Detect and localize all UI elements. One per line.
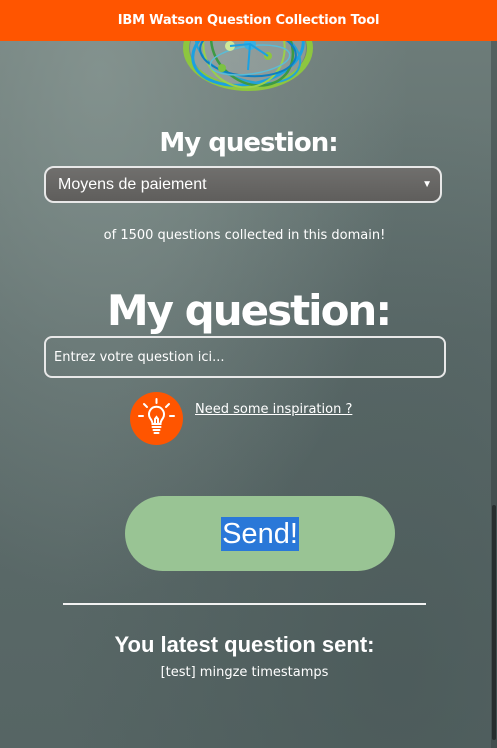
lightbulb-icon[interactable] <box>130 392 183 445</box>
app-title: IBM Watson Question Collection Tool <box>117 13 380 28</box>
scrollbar-track[interactable] <box>491 0 497 748</box>
send-button-label: Send! <box>221 516 299 551</box>
divider <box>63 603 426 605</box>
domain-select[interactable]: Moyens de paiement ▼ <box>44 166 442 203</box>
caret-down-icon: ▼ <box>422 179 432 190</box>
latest-question-title: You latest question sent: <box>114 632 375 657</box>
domain-select-value: Moyens de paiement <box>58 175 207 193</box>
inspiration-link[interactable]: Need some inspiration ? <box>195 402 352 417</box>
question-input[interactable] <box>44 336 446 378</box>
domain-section-title: My question: <box>159 128 338 158</box>
send-button[interactable]: Send! <box>125 496 395 571</box>
latest-question-value: [test] mingze timestamps <box>160 665 329 680</box>
question-count-text: of 1500 questions collected in this doma… <box>103 228 386 243</box>
question-section-title: My question: <box>106 286 392 335</box>
app-header: IBM Watson Question Collection Tool <box>0 0 497 41</box>
scrollbar-thumb[interactable] <box>492 505 496 740</box>
